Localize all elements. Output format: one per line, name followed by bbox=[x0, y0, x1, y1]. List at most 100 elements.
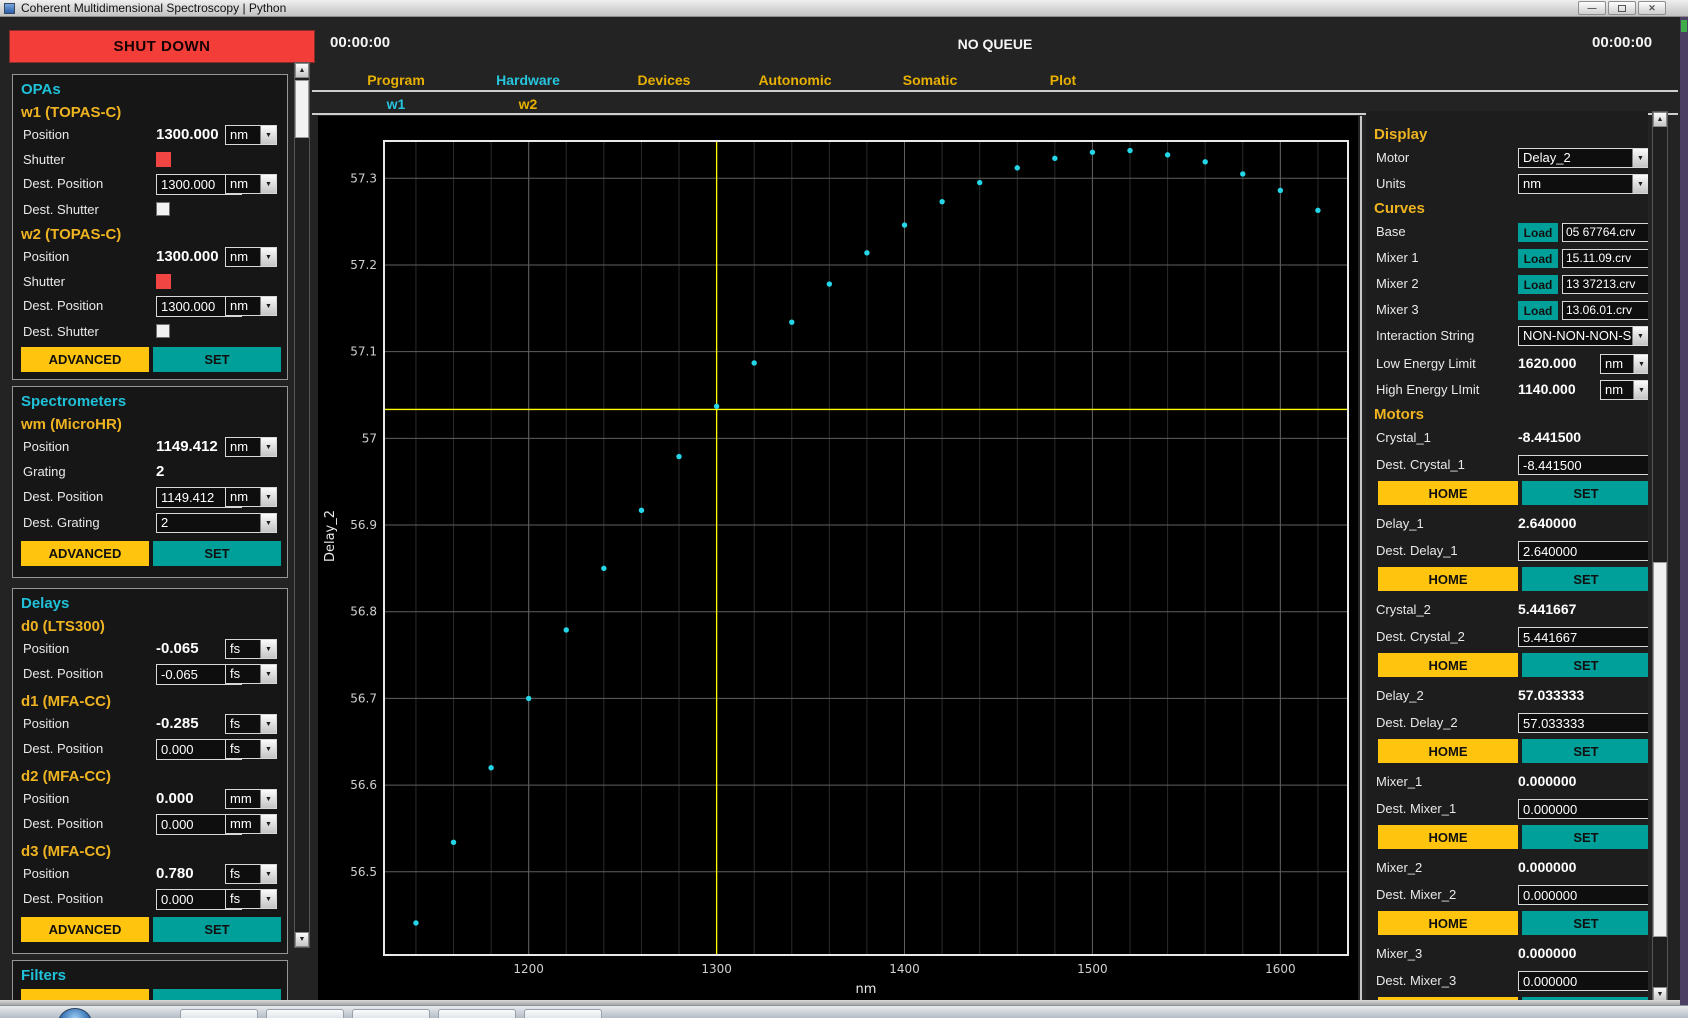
chevron-down-icon[interactable]: ▼ bbox=[260, 815, 276, 833]
mixer2-set-button[interactable]: SET bbox=[1522, 911, 1648, 935]
chevron-down-icon[interactable]: ▼ bbox=[260, 488, 276, 506]
low-energy-unit-select[interactable]: nm ▼ bbox=[1600, 354, 1648, 374]
crystal1-home-button[interactable]: HOME bbox=[1378, 481, 1518, 505]
w1-dest-shutter-checkbox[interactable] bbox=[156, 202, 170, 216]
high-energy-unit-select[interactable]: nm ▼ bbox=[1600, 380, 1648, 400]
chevron-down-icon[interactable]: ▼ bbox=[260, 740, 276, 758]
opas-set-button[interactable]: SET bbox=[153, 347, 281, 372]
taskbar-button[interactable] bbox=[180, 1009, 258, 1018]
chevron-down-icon[interactable]: ▼ bbox=[260, 890, 276, 908]
crystal1-set-button[interactable]: SET bbox=[1522, 481, 1648, 505]
chevron-down-icon[interactable]: ▼ bbox=[1633, 355, 1648, 373]
mixer1-set-button[interactable]: SET bbox=[1522, 825, 1648, 849]
units-select[interactable]: nm ▼ bbox=[1518, 174, 1648, 194]
mixer2-home-button[interactable]: HOME bbox=[1378, 911, 1518, 935]
interaction-string-select[interactable]: NON-NON-NON-S ▼ bbox=[1518, 326, 1648, 346]
taskbar-button[interactable] bbox=[524, 1009, 602, 1018]
crystal1-dest-input[interactable] bbox=[1518, 455, 1648, 475]
mixer1-home-button[interactable]: HOME bbox=[1378, 825, 1518, 849]
crystal2-home-button[interactable]: HOME bbox=[1378, 653, 1518, 677]
mixer3-load-button[interactable]: Load bbox=[1518, 301, 1558, 320]
tab-somatic[interactable]: Somatic bbox=[865, 72, 995, 88]
taskbar[interactable] bbox=[0, 1005, 1688, 1018]
chevron-down-icon[interactable]: ▼ bbox=[260, 715, 276, 733]
minimize-button[interactable]: — bbox=[1578, 1, 1606, 15]
d2-dest-unit-select[interactable]: mm ▼ bbox=[225, 814, 277, 834]
crystal2-dest-input[interactable] bbox=[1518, 627, 1648, 647]
w1-dest-unit-select[interactable]: nm ▼ bbox=[225, 174, 277, 194]
mixer1-load-button[interactable]: Load bbox=[1518, 249, 1558, 268]
d2-unit-select[interactable]: mm ▼ bbox=[225, 789, 277, 809]
mixer1-dest-input[interactable] bbox=[1518, 799, 1648, 819]
d3-dest-unit-select[interactable]: fs ▼ bbox=[225, 889, 277, 909]
scroll-up-icon[interactable]: ▲ bbox=[1653, 112, 1667, 127]
crystal2-set-button[interactable]: SET bbox=[1522, 653, 1648, 677]
tab-devices[interactable]: Devices bbox=[599, 72, 729, 88]
start-orb-icon[interactable] bbox=[58, 1008, 92, 1018]
wm-dest-unit-select[interactable]: nm ▼ bbox=[225, 487, 277, 507]
taskbar-button[interactable] bbox=[352, 1009, 430, 1018]
chevron-down-icon[interactable]: ▼ bbox=[1632, 175, 1648, 193]
mixer3-dest-input[interactable] bbox=[1518, 971, 1648, 991]
d0-dest-unit-select[interactable]: fs ▼ bbox=[225, 664, 277, 684]
base-load-button[interactable]: Load bbox=[1518, 223, 1558, 242]
delay2-set-button[interactable]: SET bbox=[1522, 739, 1648, 763]
chevron-down-icon[interactable]: ▼ bbox=[260, 865, 276, 883]
taskbar-button[interactable] bbox=[438, 1009, 516, 1018]
mixer2-load-button[interactable]: Load bbox=[1518, 275, 1558, 294]
mixer1-file-field[interactable]: 15.11.09.crv bbox=[1562, 249, 1648, 268]
calibration-plot[interactable]: 1200130014001500160056.556.656.756.856.9… bbox=[318, 116, 1358, 1000]
d3-unit-select[interactable]: fs ▼ bbox=[225, 864, 277, 884]
chevron-down-icon[interactable]: ▼ bbox=[260, 438, 276, 456]
right-scrollbar-thumb[interactable] bbox=[1653, 562, 1667, 937]
chevron-down-icon[interactable]: ▼ bbox=[260, 665, 276, 683]
chevron-down-icon[interactable]: ▼ bbox=[260, 297, 276, 315]
w2-position-unit-select[interactable]: nm ▼ bbox=[225, 247, 277, 267]
tab-plot[interactable]: Plot bbox=[998, 72, 1128, 88]
scroll-up-icon[interactable]: ▲ bbox=[295, 63, 309, 78]
base-file-field[interactable]: 05 67764.crv bbox=[1562, 223, 1648, 242]
delays-advanced-button[interactable]: ADVANCED bbox=[21, 917, 149, 942]
d1-unit-select[interactable]: fs ▼ bbox=[225, 714, 277, 734]
tab-hardware[interactable]: Hardware bbox=[463, 72, 593, 88]
mixer3-file-field[interactable]: 13.06.01.crv bbox=[1562, 301, 1648, 320]
chevron-down-icon[interactable]: ▼ bbox=[260, 640, 276, 658]
left-panel-scrollbar[interactable]: ▲ ▼ bbox=[294, 62, 310, 948]
chevron-down-icon[interactable]: ▼ bbox=[260, 790, 276, 808]
right-panel-scrollbar[interactable]: ▲ ▼ bbox=[1652, 111, 1668, 1003]
tab-program[interactable]: Program bbox=[331, 72, 461, 88]
delay2-home-button[interactable]: HOME bbox=[1378, 739, 1518, 763]
mixer2-dest-input[interactable] bbox=[1518, 885, 1648, 905]
taskbar-button[interactable] bbox=[266, 1009, 344, 1018]
subtab-w2[interactable]: w2 bbox=[493, 96, 563, 112]
delay1-set-button[interactable]: SET bbox=[1522, 567, 1648, 591]
d1-dest-unit-select[interactable]: fs ▼ bbox=[225, 739, 277, 759]
spectrometers-set-button[interactable]: SET bbox=[153, 541, 281, 566]
tab-autonomic[interactable]: Autonomic bbox=[730, 72, 860, 88]
chevron-down-icon[interactable]: ▼ bbox=[260, 175, 276, 193]
delay2-dest-input[interactable] bbox=[1518, 713, 1648, 733]
spectrometers-advanced-button[interactable]: ADVANCED bbox=[21, 541, 149, 566]
d0-unit-select[interactable]: fs ▼ bbox=[225, 639, 277, 659]
left-scrollbar-thumb[interactable] bbox=[295, 80, 309, 138]
close-button[interactable]: ✕ bbox=[1638, 1, 1666, 15]
delay1-home-button[interactable]: HOME bbox=[1378, 567, 1518, 591]
w1-position-unit-select[interactable]: nm ▼ bbox=[225, 125, 277, 145]
w2-dest-shutter-checkbox[interactable] bbox=[156, 324, 170, 338]
subtab-w1[interactable]: w1 bbox=[361, 96, 431, 112]
chevron-down-icon[interactable]: ▼ bbox=[260, 514, 276, 532]
motor-select[interactable]: Delay_2 ▼ bbox=[1518, 148, 1648, 168]
w2-dest-unit-select[interactable]: nm ▼ bbox=[225, 296, 277, 316]
chevron-down-icon[interactable]: ▼ bbox=[1632, 327, 1648, 345]
delay1-dest-input[interactable] bbox=[1518, 541, 1648, 561]
wm-dest-grating-select[interactable]: 2 ▼ bbox=[156, 513, 277, 533]
chevron-down-icon[interactable]: ▼ bbox=[260, 248, 276, 266]
chevron-down-icon[interactable]: ▼ bbox=[260, 126, 276, 144]
chevron-down-icon[interactable]: ▼ bbox=[1633, 381, 1648, 399]
delays-set-button[interactable]: SET bbox=[153, 917, 281, 942]
shutdown-button[interactable]: SHUT DOWN bbox=[9, 30, 315, 63]
opas-advanced-button[interactable]: ADVANCED bbox=[21, 347, 149, 372]
maximize-button[interactable] bbox=[1608, 1, 1636, 15]
scroll-down-icon[interactable]: ▼ bbox=[295, 932, 309, 947]
mixer2-file-field[interactable]: 13 37213.crv bbox=[1562, 275, 1648, 294]
